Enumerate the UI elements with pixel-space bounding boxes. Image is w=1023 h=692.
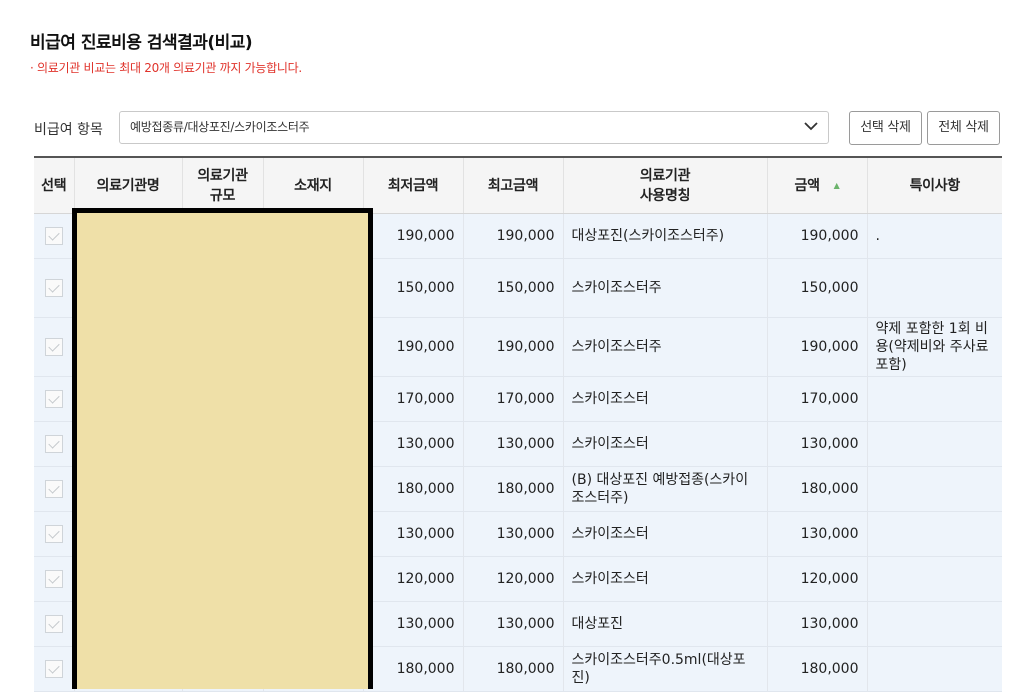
- row-checkbox-cell[interactable]: [34, 466, 74, 512]
- price-cell: 190,000: [766, 213, 867, 259]
- checkbox-icon[interactable]: [44, 279, 63, 297]
- use-name-cell: 스카이조스터: [562, 556, 767, 602]
- row-checkbox-cell[interactable]: [34, 421, 74, 467]
- filter-label: 비급여 항목: [34, 122, 103, 138]
- col-name: 의료기관명: [73, 156, 182, 214]
- max-price-cell: 130,000: [462, 601, 563, 647]
- delete-all-button[interactable]: 전체 삭제: [927, 111, 1000, 145]
- price-cell: 130,000: [766, 601, 867, 647]
- checkbox-icon[interactable]: [44, 338, 63, 356]
- checkbox-icon[interactable]: [44, 525, 63, 543]
- row-checkbox-cell[interactable]: [34, 556, 74, 602]
- use-name-cell: 대상포진(스카이조스터주): [562, 213, 767, 259]
- item-select-value: 예방접종류/대상포진/스카이조스터주: [130, 120, 310, 134]
- col-use-name: 의료기관 사용명칭: [562, 156, 767, 214]
- price-cell: 130,000: [766, 421, 867, 467]
- note-cell: [866, 601, 1002, 647]
- min-price-cell: 170,000: [362, 376, 463, 422]
- price-cell: 150,000: [766, 258, 867, 318]
- max-price-cell: 180,000: [462, 466, 563, 512]
- use-name-cell: 스카이조스터: [562, 421, 767, 467]
- min-price-cell: 180,000: [362, 466, 463, 512]
- min-price-cell: 130,000: [362, 511, 463, 557]
- min-price-cell: 120,000: [362, 556, 463, 602]
- max-price-cell: 190,000: [462, 317, 563, 377]
- min-price-cell: 130,000: [362, 421, 463, 467]
- max-price-cell: 180,000: [462, 646, 563, 692]
- delete-selected-button[interactable]: 선택 삭제: [849, 111, 922, 145]
- row-checkbox-cell[interactable]: [34, 511, 74, 557]
- checkbox-icon[interactable]: [44, 480, 63, 498]
- note-cell: [866, 511, 1002, 557]
- checkbox-icon[interactable]: [44, 435, 63, 453]
- note-cell: [866, 556, 1002, 602]
- use-name-cell: 스카이조스터: [562, 511, 767, 557]
- use-name-cell: 대상포진: [562, 601, 767, 647]
- max-price-cell: 150,000: [462, 258, 563, 318]
- row-checkbox-cell[interactable]: [34, 376, 74, 422]
- comparison-notice: · 의료기관 비교는 최대 20개 의료기관 까지 가능합니다.: [30, 61, 302, 75]
- use-name-cell: 스카이조스터주: [562, 317, 767, 377]
- row-checkbox-cell[interactable]: [34, 601, 74, 647]
- price-cell: 180,000: [766, 466, 867, 512]
- max-price-cell: 130,000: [462, 421, 563, 467]
- note-cell: [866, 646, 1002, 692]
- page-title: 비급여 진료비용 검색결과(비교): [30, 33, 253, 53]
- redaction-block: [72, 208, 373, 689]
- max-price-cell: 190,000: [462, 213, 563, 259]
- note-cell: [866, 376, 1002, 422]
- min-price-cell: 190,000: [362, 317, 463, 377]
- row-checkbox-cell[interactable]: [34, 258, 74, 318]
- note-cell: [866, 466, 1002, 512]
- col-size: 의료기관 규모: [181, 156, 263, 214]
- checkbox-icon[interactable]: [44, 227, 63, 245]
- use-name-cell: 스카이조스터주0.5ml(대상포진): [562, 646, 767, 692]
- checkbox-icon[interactable]: [44, 570, 63, 588]
- row-checkbox-cell[interactable]: [34, 317, 74, 377]
- sort-ascending-icon[interactable]: ▲: [834, 176, 840, 196]
- price-cell: 130,000: [766, 511, 867, 557]
- min-price-cell: 190,000: [362, 213, 463, 259]
- row-checkbox-cell[interactable]: [34, 646, 74, 692]
- note-cell: [866, 421, 1002, 467]
- checkbox-icon[interactable]: [44, 615, 63, 633]
- use-name-cell: (B) 대상포진 예방접종(스카이조스터주): [562, 466, 767, 512]
- chevron-down-icon: [804, 122, 818, 131]
- col-min-price: 최저금액: [362, 156, 463, 214]
- note-cell: 약제 포함한 1회 비용(약제비와 주사료 포함): [866, 317, 1002, 377]
- price-cell: 170,000: [766, 376, 867, 422]
- col-location: 소재지: [262, 156, 363, 214]
- max-price-cell: 130,000: [462, 511, 563, 557]
- use-name-cell: 스카이조스터주: [562, 258, 767, 318]
- price-cell: 120,000: [766, 556, 867, 602]
- min-price-cell: 150,000: [362, 258, 463, 318]
- col-note: 특이사항: [866, 156, 1002, 214]
- price-cell: 180,000: [766, 646, 867, 692]
- checkbox-icon[interactable]: [44, 390, 63, 408]
- note-cell: .: [866, 213, 1002, 259]
- use-name-cell: 스카이조스터: [562, 376, 767, 422]
- col-max-price: 최고금액: [462, 156, 563, 214]
- max-price-cell: 170,000: [462, 376, 563, 422]
- note-cell: [866, 258, 1002, 318]
- checkbox-icon[interactable]: [44, 660, 63, 678]
- price-cell: 190,000: [766, 317, 867, 377]
- col-select: 선택: [34, 156, 74, 214]
- row-checkbox-cell[interactable]: [34, 213, 74, 259]
- col-price[interactable]: 금액 ▲: [766, 156, 867, 214]
- min-price-cell: 180,000: [362, 646, 463, 692]
- item-select[interactable]: 예방접종류/대상포진/스카이조스터주: [119, 111, 829, 144]
- table-header-row: 선택 의료기관명 의료기관 규모 소재지 최저금액 최고금액 의료기관 사용명칭 금…: [34, 156, 1002, 214]
- min-price-cell: 130,000: [362, 601, 463, 647]
- max-price-cell: 120,000: [462, 556, 563, 602]
